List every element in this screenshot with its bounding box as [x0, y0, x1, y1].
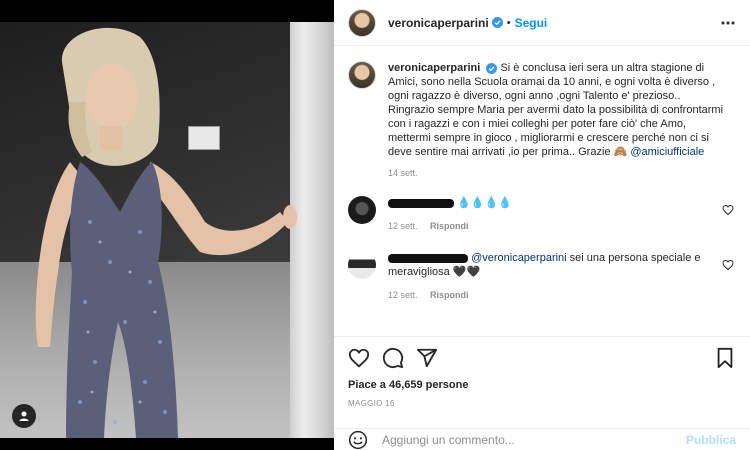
publish-button[interactable]: Pubblica [686, 433, 736, 447]
caption-username[interactable]: veronicaperparini [388, 62, 480, 74]
comment-item: @veronicaperparini sei una persona speci… [348, 251, 736, 302]
author-avatar[interactable] [348, 8, 376, 37]
redacted-username [388, 253, 468, 263]
caption-text: Si è conclusa ieri sera un altra stagion… [388, 62, 724, 158]
reply-button[interactable]: Rispondi [430, 290, 469, 300]
bookmark-icon[interactable] [714, 347, 736, 369]
caption-text-block: veronicaperparini Si è conclusa ieri ser… [388, 61, 728, 159]
verified-badge-icon [486, 62, 498, 74]
comment-text-block: 💧💧💧💧 [388, 196, 718, 210]
comment-text-block: @veronicaperparini sei una persona speci… [388, 251, 718, 279]
commenter-avatar[interactable] [348, 196, 376, 224]
caption-mention[interactable]: @amiciufficiale [630, 146, 704, 158]
comment-body: 💧💧💧💧 12 sett. Rispondi [388, 196, 718, 233]
caption-meta: 14 sett. [388, 168, 728, 178]
commenter-avatar[interactable] [348, 251, 376, 279]
likes-count[interactable]: Piace a 46,659 persone [348, 379, 736, 391]
emoji-icon[interactable] [348, 430, 368, 450]
author-username[interactable]: veronicaperparini [388, 16, 489, 30]
comment-time[interactable]: 12 sett. [388, 290, 418, 300]
caption-body: veronicaperparini Si è conclusa ieri ser… [388, 61, 728, 178]
caption-time[interactable]: 14 sett. [388, 168, 418, 178]
comment-body: @veronicaperparini sei una persona speci… [388, 251, 718, 302]
heart-icon[interactable] [722, 204, 734, 216]
caption: veronicaperparini Si è conclusa ieri ser… [348, 61, 736, 178]
like-heart-icon[interactable] [348, 347, 370, 369]
post-actions: Piace a 46,659 persone MAGGIO 16 [334, 336, 750, 420]
add-comment-bar: Pubblica [334, 428, 750, 450]
comment-item: 💧💧💧💧 12 sett. Rispondi [348, 196, 736, 233]
reply-button[interactable]: Rispondi [430, 221, 469, 231]
comment-text: 💧💧💧💧 [457, 197, 512, 209]
post-sidebar: veronicaperparini • Segui veronicaperpar… [334, 0, 750, 450]
header-separator: • [506, 16, 511, 29]
caption-avatar[interactable] [348, 61, 376, 89]
action-icons [348, 337, 736, 379]
share-paper-plane-icon[interactable] [416, 347, 438, 369]
post-date[interactable]: MAGGIO 16 [348, 399, 736, 408]
post-photo[interactable] [0, 0, 334, 450]
photo-person [35, 27, 297, 438]
redacted-username [388, 198, 454, 208]
post-header: veronicaperparini • Segui [334, 0, 750, 46]
verified-badge-icon [491, 17, 503, 28]
comment-mention[interactable]: @veronicaperparini [471, 252, 567, 264]
comment-meta: 12 sett. Rispondi [388, 219, 718, 233]
comment-time[interactable]: 12 sett. [388, 221, 418, 231]
comment-meta: 12 sett. Rispondi [388, 288, 718, 302]
heart-icon[interactable] [722, 259, 734, 271]
comment-bubble-icon[interactable] [382, 347, 404, 369]
tagged-users-button[interactable] [12, 404, 36, 428]
user-icon [19, 411, 29, 421]
comment-input[interactable] [382, 432, 686, 447]
follow-button[interactable]: Segui [515, 16, 548, 30]
more-horizontal-icon[interactable] [720, 15, 736, 31]
comments-section: veronicaperparini Si è conclusa ieri ser… [334, 47, 750, 335]
